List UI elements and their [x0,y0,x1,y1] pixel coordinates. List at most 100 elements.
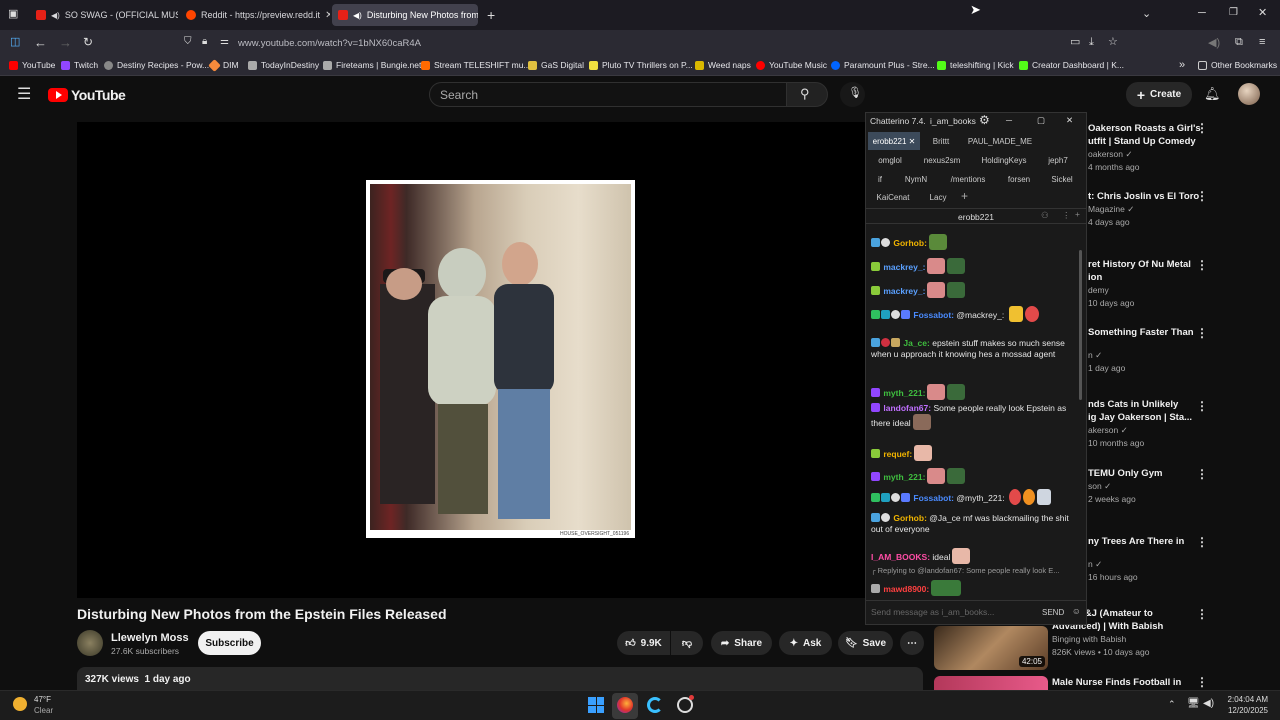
like-button[interactable]: 👍︎ 9.9K [617,631,670,655]
rec-menu-icon[interactable]: ⋮ [1196,189,1208,203]
chatterino-app-icon[interactable] [647,697,663,713]
bookmark-youtube-music[interactable]: YouTube Music [756,60,827,70]
chat-tab-nymn[interactable]: NymN [898,170,934,188]
tray-overflow-icon[interactable]: ⌃ [1168,699,1176,710]
youtube-logo[interactable]: YouTube [48,87,126,103]
chat-username[interactable]: landofan67: [883,403,931,413]
chat-username[interactable]: requef: [883,449,912,459]
bookmark-pluto-tv[interactable]: Pluto TV Thrillers on P... [589,60,693,70]
more-actions-button[interactable]: ⋯ [900,631,924,655]
bookmark-todayindestiny[interactable]: TodayInDestiny [248,60,319,70]
close-icon[interactable]: ✕ [1066,115,1073,126]
sidebar-icon[interactable]: ◫ [10,37,20,48]
chat-username[interactable]: Ja_ce: [903,338,929,348]
channel-name[interactable]: Llewelyn Moss [111,632,189,644]
back-icon[interactable]: ← [34,36,47,49]
chat-tab-sickel[interactable]: Sickel [1046,170,1078,188]
dislike-button[interactable]: 👎︎ [671,631,703,655]
bookmark-youtube[interactable]: YouTube [9,60,55,70]
windows-start-icon[interactable] [588,697,604,713]
moon-weather-icon[interactable] [13,697,27,711]
chat-username[interactable]: I_AM_BOOKS: [871,552,930,562]
search-button[interactable]: ⚲ [786,82,828,107]
send-button[interactable]: SEND [1042,608,1064,617]
browser-tab-3-active[interactable]: ◀) Disturbing New Photos from ✕ [332,4,478,26]
create-button[interactable]: + Create [1126,82,1192,107]
rec-menu-icon[interactable]: ⋮ [1196,535,1208,549]
extensions-icon[interactable]: ⧉ [1235,37,1243,48]
emoji-icon[interactable]: ☺ [1072,606,1081,616]
reader-icon[interactable]: ▭ [1070,37,1080,48]
close-window-icon[interactable]: ✕ [1258,8,1267,19]
chat-username[interactable]: mackrey_: [883,286,925,296]
hamburger-menu-icon[interactable]: ☰ [17,87,31,103]
split-icon[interactable]: + [1075,209,1080,219]
chat-username[interactable]: Fossabot: [913,493,954,503]
rec-menu-icon[interactable]: ⋮ [1196,399,1208,413]
chat-username[interactable]: Gorhob: [893,513,927,523]
screenshot-icon[interactable]: ⤓ [1089,37,1094,48]
chat-scrollbar[interactable] [1079,250,1082,400]
network-icon[interactable]: 🖥︎ [1187,698,1200,709]
list-tabs-icon[interactable]: ⌄ [1142,9,1151,20]
chat-tab-forsen[interactable]: forsen [1002,170,1036,188]
bookmark-destiny-recipes[interactable]: Destiny Recipes - Pow... [104,60,209,70]
volume-icon[interactable]: ◀) [1203,698,1214,709]
recommended-video[interactable]: Oakerson Roasts a Girl's utfit | Stand Up… [1088,122,1201,174]
rec-menu-icon[interactable]: ⋮ [1196,607,1208,621]
menu-icon[interactable]: ≡ [1259,37,1265,48]
reload-icon[interactable]: ↻ [83,36,93,48]
chat-input[interactable]: Send message as i_am_books... SEND ☺ [866,600,1086,624]
subscribe-button[interactable]: Subscribe [198,631,261,655]
recommended-video[interactable]: Something Faster Than n ✓ 1 day ago [1088,326,1194,375]
bookmark-creator-dashboard[interactable]: Creator Dashboard | K... [1019,60,1124,70]
recommended-video[interactable]: nds Cats in Unlikely ig Jay Oakerson | St… [1088,398,1192,450]
chat-tab-lacy[interactable]: Lacy [924,188,952,206]
chatterino-user[interactable]: i_am_books [930,116,976,126]
bookmark-dim[interactable]: DIM [208,58,239,72]
rec-thumbnail[interactable]: 42:05 [934,626,1048,670]
audio-icon[interactable]: ◀) [1208,38,1220,49]
chat-username[interactable]: myth_221: [883,472,925,482]
chat-tab-jeph7[interactable]: jeph7 [1042,151,1074,169]
close-tab-icon[interactable]: ✕ [325,10,330,21]
maximize-icon[interactable]: ❐ [1229,8,1238,18]
minimize-icon[interactable]: ─ [1198,8,1206,19]
bookmark-twitch[interactable]: Twitch [61,60,98,70]
bookmark-gas-digital[interactable]: GaS Digital [528,60,584,70]
recommended-video[interactable]: ny Trees Are There in n ✓ 16 hours ago [1088,535,1184,584]
chat-username[interactable]: myth_221: [883,388,925,398]
chat-tab-paul[interactable]: PAUL_MADE_ME [964,132,1036,150]
shield-icon[interactable]: ⛉ [184,37,192,47]
settings-gear-icon[interactable]: ⚙ [979,113,990,127]
chat-tab-nexus2sm[interactable]: nexus2sm [918,151,966,169]
more-bookmarks-icon[interactable]: » [1179,60,1185,71]
save-button[interactable]: 🔖︎ Save [838,631,893,655]
reply-context[interactable]: ╭ Replying to @landofan67: Some people r… [871,565,1076,576]
ask-button[interactable]: ✦ Ask [779,631,832,655]
chat-tab-erobb221[interactable]: erobb221 ✕ [868,132,920,150]
maximize-icon[interactable]: ▢ [1037,115,1045,126]
chat-menu-icon[interactable]: ⋮ [1062,210,1071,221]
recommended-video[interactable]: t: Chris Joslin vs El Toro Magazine ✓ 4 da… [1088,190,1199,229]
rec-menu-icon[interactable]: ⋮ [1196,675,1208,689]
bookmark-paramount[interactable]: Paramount Plus - Stre... [831,60,935,70]
bookmark-star-icon[interactable]: ☆ [1108,37,1118,48]
recommended-video[interactable]: ret History Of Nu Metal ion demy 10 days ag… [1088,258,1191,310]
chat-tab-holdingkeys[interactable]: HoldingKeys [976,151,1032,169]
forward-icon[interactable]: → [59,36,72,49]
clock-date[interactable]: 12/20/2025 [1226,706,1268,715]
search-input[interactable]: Search [429,82,787,107]
share-button[interactable]: ➦ Share [711,631,772,655]
chat-tab-mentions[interactable]: /mentions [944,170,992,188]
voice-search-button[interactable]: 🎙︎ [840,82,865,107]
channel-avatar[interactable] [77,630,103,656]
bookmark-teleshifting-kick[interactable]: teleshifting | Kick [937,60,1014,70]
bookmark-weed-naps[interactable]: Weed naps [695,60,751,70]
chat-tab-if[interactable]: if [872,170,888,188]
chat-tab-kaicenat[interactable]: KaiCenat [870,188,916,206]
permissions-icon[interactable]: ⚌ [220,37,229,47]
description-box[interactable]: 327K views 1 day ago [77,667,923,690]
browser-tab-1[interactable]: ◀) SO SWAG - (OFFICIAL MUS ✕ [30,4,178,26]
browser-tab-2[interactable]: Reddit - https://preview.redd.it ✕ [180,4,330,26]
